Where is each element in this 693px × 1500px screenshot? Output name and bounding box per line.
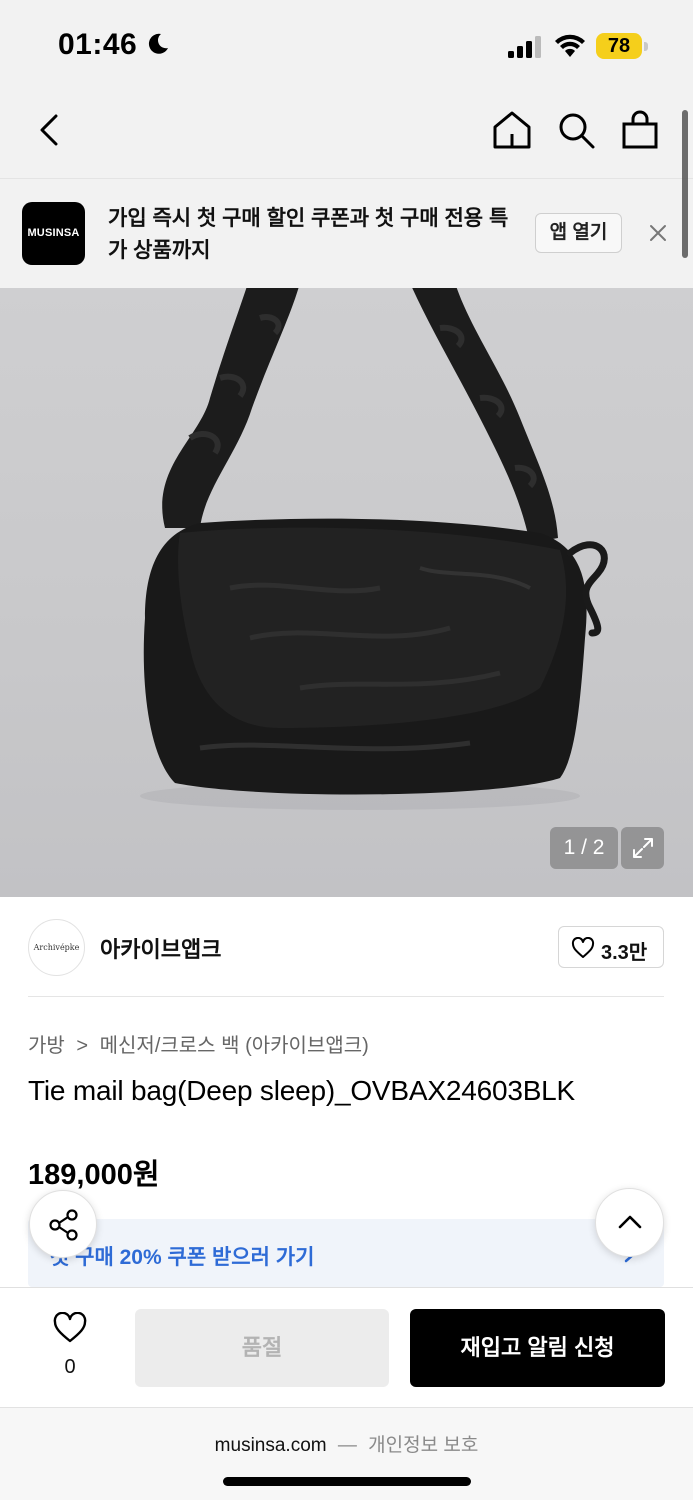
moon-icon [148,33,168,54]
browser-address-bar: musinsa.com — 개인정보 보호 [0,1407,693,1500]
url-domain: musinsa.com [214,1435,327,1456]
breadcrumb-separator: > [76,1035,89,1057]
brand-like-button[interactable]: 3.3만 [558,926,664,968]
brand-name[interactable]: 아카이브앱크 [100,932,221,964]
heart-icon [571,937,595,958]
home-indicator[interactable] [223,1477,471,1486]
coupon-banner[interactable]: 첫 구매 20% 쿠폰 받으러 가기 [28,1219,664,1287]
expand-image-button[interactable] [621,827,664,869]
product-info: Archivépke 아카이브앱크 3.3만 가방 > 메신저/크로스 백 (아… [0,897,693,1287]
open-app-button[interactable]: 앱 열기 [535,213,622,253]
battery-level: 78 [596,33,642,59]
image-counter: 1 / 2 [550,827,618,869]
privacy-label: 개인정보 보호 [368,1435,479,1456]
shopping-bag-icon[interactable] [620,110,660,150]
close-icon[interactable] [648,223,668,243]
product-price: 189,000원 [28,1159,160,1191]
breadcrumb: 가방 > 메신저/크로스 백 (아카이브앱크) [28,1029,369,1058]
scroll-to-top-button[interactable] [595,1188,664,1257]
back-chevron-icon[interactable] [30,110,70,150]
coupon-text: 첫 구매 20% 쿠폰 받으러 가기 [50,1246,315,1269]
product-photo [140,288,608,810]
scroll-indicator [682,110,688,258]
app-promo-banner: MUSINSA 가입 즉시 첫 구매 할인 쿠폰과 첫 구매 전용 특가 상품까… [0,178,693,288]
breadcrumb-category[interactable]: 가방 [28,1035,65,1057]
share-icon [49,1209,78,1241]
url-separator: — [337,1435,357,1456]
divider [28,996,664,997]
wishlist-heart-icon[interactable] [52,1312,88,1344]
product-image-gallery[interactable]: 1 / 2 [0,288,693,897]
brand-avatar[interactable]: Archivépke [28,919,85,976]
expand-icon [633,838,653,858]
status-time: 01:46 [58,28,138,61]
musinsa-logo: MUSINSA [22,202,85,265]
url-row[interactable]: musinsa.com — 개인정보 보호 [0,1430,693,1457]
home-icon[interactable] [492,110,532,150]
purchase-action-bar: 0 품절 재입고 알림 신청 [0,1287,693,1407]
wifi-icon [555,34,585,57]
brand-like-count: 3.3만 [601,942,648,964]
soldout-button[interactable]: 품절 [135,1309,389,1387]
battery-indicator: 78 [596,33,648,59]
promo-message: 가입 즉시 첫 구매 할인 쿠폰과 첫 구매 전용 특가 상품까지 [108,207,509,262]
cellular-signal-icon [508,36,541,58]
restock-alert-button[interactable]: 재입고 알림 신청 [410,1309,665,1387]
chevron-up-icon [618,1215,642,1229]
breadcrumb-subcategory[interactable]: 메신저/크로스 백 (아카이브앱크) [100,1035,369,1057]
status-bar: 01:46 78 [0,0,693,92]
share-button[interactable] [29,1190,97,1258]
wishlist-count: 0 [64,1356,76,1378]
search-icon[interactable] [556,110,596,150]
product-title: Tie mail bag(Deep sleep)_OVBAX24603BLK [28,1075,576,1106]
nav-bar [0,92,693,178]
battery-cap [644,42,648,51]
